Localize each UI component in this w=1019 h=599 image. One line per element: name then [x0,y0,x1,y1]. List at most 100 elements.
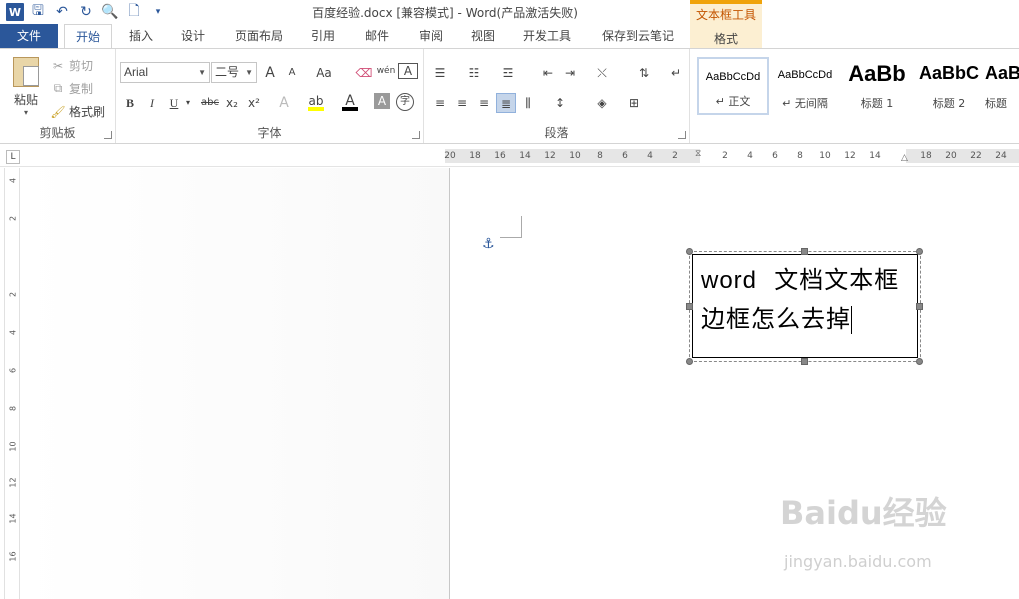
paste-button[interactable]: 粘贴 ▾ [8,57,44,117]
font-color-button[interactable]: A [340,91,360,111]
textbox-line-1-en: word [701,267,758,294]
ruler-tick: 4 [647,151,653,161]
resize-handle-w[interactable] [686,303,693,310]
text-effects-button[interactable]: A [274,93,294,113]
ruler-tick: 22 [970,151,982,161]
format-painter-button[interactable]: 🖌 格式刷 [50,103,105,120]
enclose-char-button[interactable]: 字 [396,93,414,111]
align-left-icon[interactable]: ≡ [430,93,450,113]
increase-indent-icon[interactable]: ⇥ [560,63,580,83]
style-normal[interactable]: AaBbCcDd ↵ 正文 [697,57,769,115]
tab-review[interactable]: 审阅 [408,24,454,49]
ruler-tick: 6 [772,151,778,161]
strikethrough-button[interactable]: abc [198,93,222,113]
multilevel-list-icon[interactable]: ☲ [498,63,518,83]
textbox-line-2-text: 边框怎么去掉 [701,305,851,333]
font-size-combo[interactable]: 二号 ▼ [211,62,257,83]
resize-handle-ne[interactable] [916,248,923,255]
font-color-bar [342,107,358,111]
resize-handle-sw[interactable] [686,358,693,365]
change-case-button[interactable]: Aa [310,63,338,83]
style-heading-2[interactable]: AaBbC 标题 2 [913,57,985,115]
tab-save-cloud[interactable]: 保存到云笔记 [592,24,684,49]
chevron-down-icon[interactable]: ▾ [178,93,198,113]
chinese-layout-icon[interactable]: ⤬ [592,63,612,83]
decrease-indent-icon[interactable]: ⇤ [538,63,558,83]
justify-icon[interactable]: ≣ [496,93,516,113]
tab-developer[interactable]: 开发工具 [514,24,580,49]
resize-handle-s[interactable] [801,358,808,365]
ruler-tick: 14 [519,151,531,161]
sort-icon[interactable]: ⇅ [634,63,654,83]
brush-icon: 🖌 [50,104,66,119]
bold-button[interactable]: B [120,93,140,113]
tab-selector[interactable]: L [6,150,20,164]
ribbon: 粘贴 ▾ ✂ 剪切 ⧉ 复制 🖌 格式刷 剪贴板 Arial ▼ 二号 ▼ A … [0,48,1019,144]
align-right-icon[interactable]: ≡ [474,93,494,113]
font-group: Arial ▼ 二号 ▼ A A Aa ⌫ wén A B I U ▾ abc … [116,49,424,143]
style-no-spacing[interactable]: AaBbCcDd ↵ 无间隔 [769,57,841,115]
superscript-button[interactable]: x² [244,93,264,113]
ruler-tick: 10 [819,151,831,161]
tab-mailings[interactable]: 邮件 [354,24,400,49]
tab-layout[interactable]: 页面布局 [226,24,292,49]
line-spacing-icon[interactable]: ↕ [550,93,570,113]
distributed-icon[interactable]: ⫼ [518,93,538,113]
scissors-icon: ✂ [52,58,64,73]
resize-handle-se[interactable] [916,358,923,365]
show-marks-icon[interactable]: ↵ [666,63,686,83]
tab-design[interactable]: 设计 [170,24,216,49]
clear-format-icon[interactable]: ⌫ [354,63,374,83]
ribbon-tabs: 文件 开始 插入 设计 页面布局 引用 邮件 审阅 视图 开发工具 保存到云笔记 [0,24,1019,49]
title-bar: W 🖫 ↶ ↻ 🔍 🗋 ▾ 百度经验.docx [兼容模式] - Word(产品… [0,0,1019,24]
font-launcher-icon[interactable] [412,131,420,139]
chevron-down-icon: ▼ [245,68,253,77]
phonetic-guide-button[interactable]: wén [376,61,396,81]
style-heading-1[interactable]: AaBb 标题 1 [841,57,913,115]
textbox-line-1: word 文档文本框 [701,261,909,300]
paste-dropdown-icon[interactable]: ▾ [8,108,44,117]
highlight-button[interactable]: ab [306,91,326,111]
ruler-tick: 14 [869,151,881,161]
copy-button[interactable]: ⧉ 复制 [50,80,93,97]
vertical-ruler[interactable]: 4 2 2 4 6 8 10 12 14 16 [4,168,20,599]
styles-gallery: AaBbCcDd ↵ 正文 AaBbCcDd ↵ 无间隔 AaBb 标题 1 A… [697,57,1019,117]
align-center-icon[interactable]: ≡ [452,93,472,113]
shrink-font-button[interactable]: A [282,63,302,83]
tab-references[interactable]: 引用 [300,24,346,49]
shading-icon[interactable]: ◈ [592,93,612,113]
textbox[interactable]: word 文档文本框 边框怎么去掉 [692,254,918,358]
clipboard-launcher-icon[interactable] [104,131,112,139]
ruler-tick: 20 [444,151,456,161]
horizontal-ruler[interactable]: 20 18 16 14 12 10 8 6 4 2 2 4 6 8 10 12 … [444,149,1019,163]
vruler-tick: 14 [8,513,18,524]
resize-handle-e[interactable] [916,303,923,310]
cut-button[interactable]: ✂ 剪切 [50,57,93,74]
grow-font-button[interactable]: A [260,63,280,83]
char-shading-button[interactable]: A [374,93,390,109]
style-title[interactable]: AaB 标题 [985,57,1019,115]
indent-marker-icon[interactable]: ⧖ [695,149,701,159]
numbering-icon[interactable]: ☷ [464,63,484,83]
tab-insert[interactable]: 插入 [118,24,164,49]
paragraph-launcher-icon[interactable] [678,131,686,139]
document-page[interactable] [449,168,1019,599]
highlight-color-bar [308,107,324,111]
ruler-tick: 20 [945,151,957,161]
right-indent-icon[interactable]: △ [901,153,908,163]
bullets-icon[interactable]: ☰ [430,63,450,83]
tab-view[interactable]: 视图 [460,24,506,49]
resize-handle-n[interactable] [801,248,808,255]
highlighter-icon: ab [308,94,324,108]
ruler-tick: 24 [995,151,1007,161]
tab-home[interactable]: 开始 [64,24,112,49]
borders-icon[interactable]: ⊞ [624,93,644,113]
char-border-button[interactable]: A [398,63,418,79]
resize-handle-nw[interactable] [686,248,693,255]
italic-button[interactable]: I [142,93,162,113]
subscript-button[interactable]: x₂ [222,93,242,113]
font-name-combo[interactable]: Arial ▼ [120,62,210,83]
tab-file[interactable]: 文件 [0,24,58,48]
anchor-icon[interactable]: ⚓ [482,236,495,252]
cut-label: 剪切 [69,59,94,73]
